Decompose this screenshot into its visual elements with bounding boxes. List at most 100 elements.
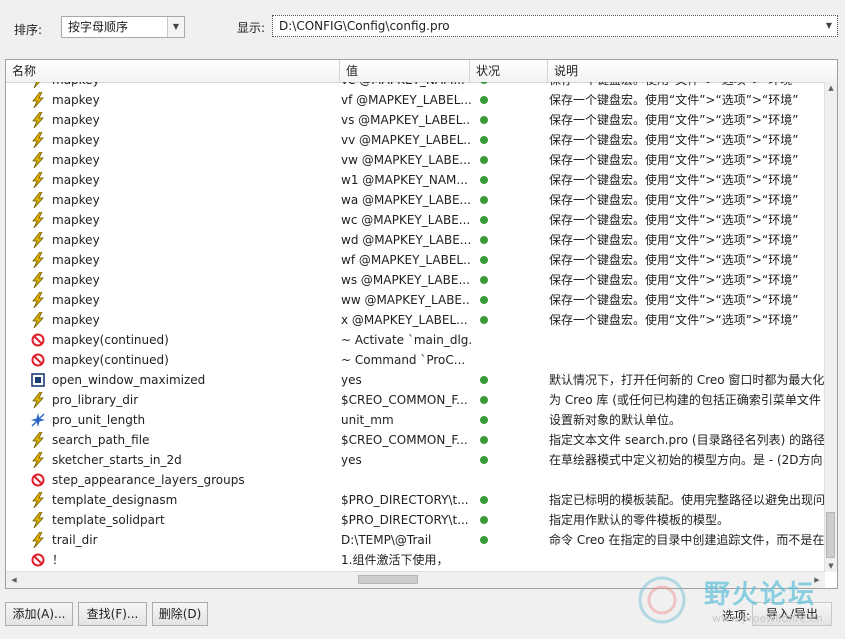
cell-status [474,430,550,450]
column-header-value[interactable]: 值 [340,60,470,82]
table-row[interactable]: mapkey vs @MAPKEY_LABEL... 保存一个键盘宏。使用“文件”>… [6,110,825,130]
option-description: 保存一个键盘宏。使用“文件”>“选项”>“环境” [549,133,799,147]
option-value[interactable]: $PRO_DIRECTORY\t... [341,490,471,510]
cell-name: mapkey [6,90,339,110]
table-row[interactable]: mapkey(continued) ~ Activate `main_dlg... [6,330,825,350]
table-row[interactable]: mapkey wa @MAPKEY_LABE... 保存一个键盘宏。使用“文件”>“… [6,190,825,210]
option-name: ！ [52,553,65,567]
option-value[interactable]: ve @MAPKEY_NAM... [341,82,471,90]
cell-name: template_designasm [6,490,339,510]
option-value[interactable] [341,470,471,490]
table-row[interactable]: mapkey x @MAPKEY_LABEL... 保存一个键盘宏。使用“文件”>“… [6,310,825,330]
table-row[interactable]: open_window_maximized yes 默认情况下，打开任何新的 Cre… [6,370,825,390]
show-select[interactable]: D:\CONFIG\Config\config.pro ▼ [272,15,838,37]
option-value[interactable]: wc @MAPKEY_LABE... [341,210,471,230]
option-description: 指定已标明的模板装配。使用完整路径以避免出现问 [549,493,825,507]
status-ok-icon [480,456,488,464]
vertical-scrollbar[interactable]: ▲ ▼ [824,82,837,572]
status-ok-icon [480,416,488,424]
cell-name: pro_unit_length [6,410,339,430]
config-options-list[interactable]: 名称 值 状况 说明 mapkey ve @MAPKEY_NAM... 保存一个键盘… [5,59,838,589]
vertical-scroll-thumb[interactable] [826,512,835,558]
option-value[interactable]: $CREO_COMMON_F... [341,430,471,450]
bolt-icon [30,172,46,188]
table-row[interactable]: template_designasm $PRO_DIRECTORY\t... 指定已… [6,490,825,510]
chevron-down-icon[interactable]: ▼ [167,17,184,37]
table-row[interactable]: pro_unit_length unit_mm 设置新对象的默认单位。 [6,410,825,430]
option-value[interactable]: $CREO_COMMON_F... [341,390,471,410]
option-name: mapkey [52,293,100,307]
option-value[interactable]: ~ Activate `main_dlg... [341,330,471,350]
add-button[interactable]: 添加(A)... [5,602,73,626]
table-row[interactable]: mapkey wf @MAPKEY_LABEL... 保存一个键盘宏。使用“文件”>… [6,250,825,270]
table-row[interactable]: template_solidpart $PRO_DIRECTORY\t... 指定用… [6,510,825,530]
column-header-name[interactable]: 名称 [6,60,340,82]
cell-name: pro_library_dir [6,390,339,410]
cell-status [474,330,550,350]
find-button[interactable]: 查找(F)... [78,602,147,626]
table-row[interactable]: sketcher_starts_in_2d yes 在草绘器模式中定义初始的模型方向… [6,450,825,470]
option-value[interactable]: vs @MAPKEY_LABEL... [341,110,471,130]
column-header-description[interactable]: 说明 [548,60,837,82]
option-value[interactable]: vv @MAPKEY_LABEL... [341,130,471,150]
option-value[interactable]: vf @MAPKEY_LABEL... [341,90,471,110]
option-value[interactable]: 1.组件激活下使用， [341,550,471,570]
option-value[interactable]: ~ Command `ProC... [341,350,471,370]
column-header-status[interactable]: 状况 [470,60,548,82]
option-value[interactable]: x @MAPKEY_LABEL... [341,310,471,330]
cell-status [474,530,550,550]
option-value[interactable]: w1 @MAPKEY_NAM... [341,170,471,190]
option-name: template_designasm [52,493,178,507]
option-value[interactable]: wf @MAPKEY_LABEL... [341,250,471,270]
option-description [549,350,825,370]
table-row[interactable]: mapkey ws @MAPKEY_LABE... 保存一个键盘宏。使用“文件”>“… [6,270,825,290]
table-row[interactable]: mapkey wc @MAPKEY_LABE... 保存一个键盘宏。使用“文件”>“… [6,210,825,230]
status-ok-icon [480,216,488,224]
table-row[interactable]: mapkey vv @MAPKEY_LABEL... 保存一个键盘宏。使用“文件”>… [6,130,825,150]
scroll-right-icon[interactable]: ▶ [811,574,823,586]
horizontal-scroll-thumb[interactable] [358,575,418,584]
option-value[interactable]: unit_mm [341,410,471,430]
option-value[interactable]: ww @MAPKEY_LABE... [341,290,471,310]
table-row[interactable]: mapkey wd @MAPKEY_LABE... 保存一个键盘宏。使用“文件”>“… [6,230,825,250]
table-row[interactable]: pro_library_dir $CREO_COMMON_F... 为 Creo 库… [6,390,825,410]
bolt-icon [30,432,46,448]
horizontal-scrollbar[interactable]: ◀ ▶ [6,571,825,588]
option-value[interactable]: wa @MAPKEY_LABE... [341,190,471,210]
option-name: pro_library_dir [52,393,139,407]
table-row[interactable]: step_appearance_layers_groups [6,470,825,490]
option-description: 指定文本文件 search.pro (目录路径名列表) 的路径 [549,433,825,447]
option-value[interactable]: yes [341,370,471,390]
sort-select[interactable]: 按字母顺序 ▼ [61,16,185,38]
option-value[interactable]: ws @MAPKEY_LABE... [341,270,471,290]
option-value[interactable]: vw @MAPKEY_LABE... [341,150,471,170]
table-row[interactable]: ！ 1.组件激活下使用， [6,550,825,570]
cell-status [474,82,550,90]
import-export-button[interactable]: 导入/导出 [752,602,832,626]
scroll-down-icon[interactable]: ▼ [825,560,837,572]
option-value[interactable]: yes [341,450,471,470]
table-row[interactable]: search_path_file $CREO_COMMON_F... 指定文本文件 … [6,430,825,450]
option-description: 命令 Creo 在指定的目录中创建追踪文件，而不是在 [549,533,825,547]
table-row[interactable]: mapkey ww @MAPKEY_LABE... 保存一个键盘宏。使用“文件”>“… [6,290,825,310]
cell-status [474,310,550,330]
option-description: 保存一个键盘宏。使用“文件”>“选项”>“环境” [549,273,799,287]
table-row[interactable]: mapkey(continued) ~ Command `ProC... [6,350,825,370]
table-row[interactable]: mapkey vw @MAPKEY_LABE... 保存一个键盘宏。使用“文件”>“… [6,150,825,170]
sparkle-icon [30,412,46,428]
option-name: mapkey(continued) [52,333,169,347]
scroll-up-icon[interactable]: ▲ [825,82,837,94]
delete-button[interactable]: 删除(D) [152,602,208,626]
chevron-down-icon[interactable]: ▼ [821,16,837,36]
table-row[interactable]: mapkey ve @MAPKEY_NAM... 保存一个键盘宏。使用“文件”>“选… [6,82,825,90]
option-value[interactable]: D:\TEMP\@Trail [341,530,471,550]
table-row[interactable]: mapkey w1 @MAPKEY_NAM... 保存一个键盘宏。使用“文件”>“选… [6,170,825,190]
scroll-left-icon[interactable]: ◀ [8,574,20,586]
cell-name: mapkey [6,170,339,190]
option-name: mapkey [52,313,100,327]
option-value[interactable]: wd @MAPKEY_LABE... [341,230,471,250]
option-description [549,550,825,570]
table-row[interactable]: trail_dir D:\TEMP\@Trail 命令 Creo 在指定的目录中创建… [6,530,825,550]
option-value[interactable]: $PRO_DIRECTORY\t... [341,510,471,530]
table-row[interactable]: mapkey vf @MAPKEY_LABEL... 保存一个键盘宏。使用“文件”>… [6,90,825,110]
